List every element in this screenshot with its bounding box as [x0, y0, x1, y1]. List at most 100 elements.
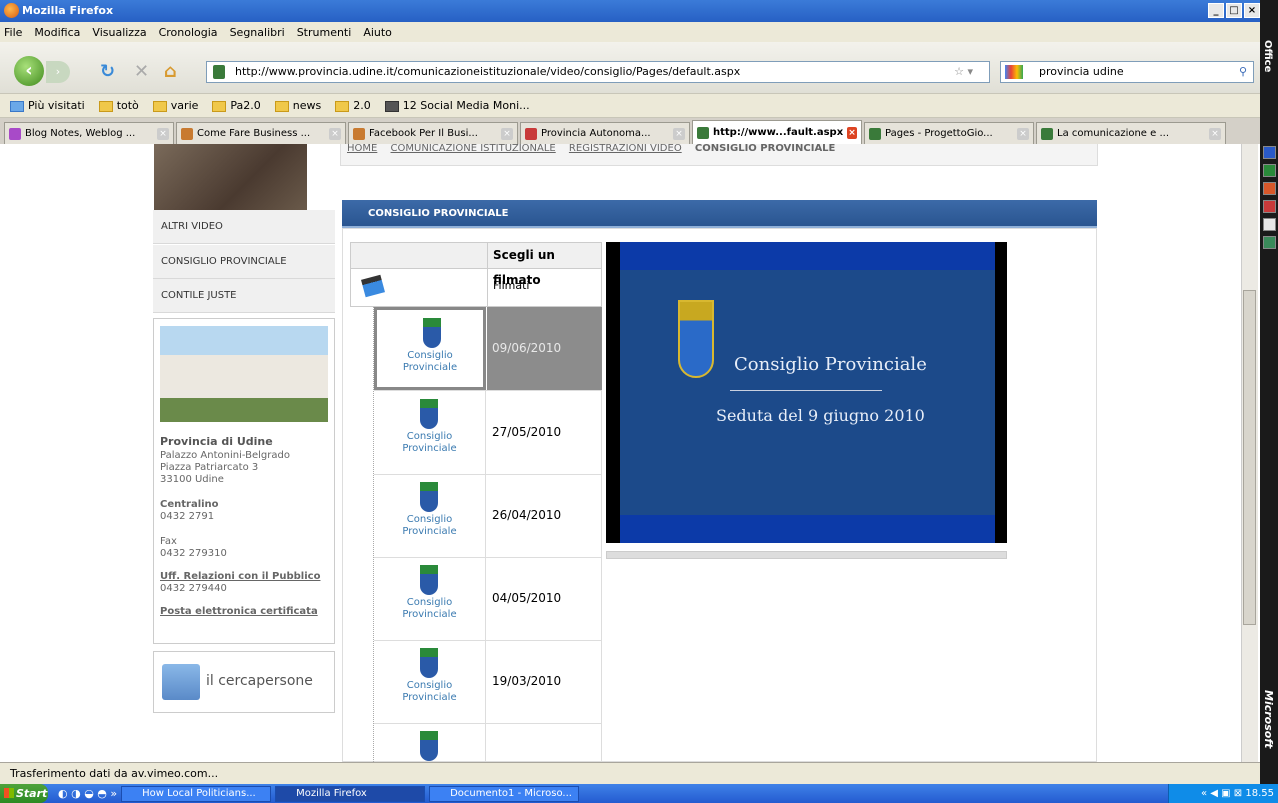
video-divider — [730, 390, 882, 391]
publisher-icon[interactable] — [1263, 236, 1276, 249]
video-row-partial[interactable] — [374, 723, 602, 762]
outlook-icon[interactable] — [1263, 218, 1276, 231]
access-icon[interactable] — [1263, 200, 1276, 213]
task-mozilla-firefox[interactable]: Mozilla Firefox — [275, 785, 426, 802]
video-thumbnail[interactable]: Consiglio Provinciale — [374, 640, 486, 723]
menu-visualizza[interactable]: Visualizza — [92, 26, 146, 39]
pec-link[interactable]: Posta elettronica certificata — [160, 606, 318, 618]
video-date[interactable]: 04/05/2010 — [487, 557, 602, 640]
close-tab-icon[interactable]: × — [847, 126, 857, 139]
breadcrumb-current: CONSIGLIO PROVINCIALE — [694, 144, 836, 154]
menubar: File Modifica Visualizza Cronologia Segn… — [0, 22, 1260, 42]
bookmark-pa20[interactable]: Pa2.0 — [212, 99, 261, 112]
close-tab-icon[interactable]: × — [673, 127, 685, 140]
word-icon[interactable] — [1263, 146, 1276, 159]
firefox-icon — [4, 3, 19, 18]
video-row[interactable]: Consiglio Provinciale 27/05/2010 — [374, 391, 602, 475]
tab-facebook-business[interactable]: Facebook Per Il Busi... × — [348, 122, 518, 144]
url-bar[interactable]: http://www.provincia.udine.it/comunicazi… — [206, 61, 990, 83]
video-date[interactable]: 27/05/2010 — [487, 391, 602, 474]
video-row[interactable]: Consiglio Provinciale 09/06/2010 — [374, 307, 602, 391]
tab-favicon — [353, 127, 365, 140]
back-button[interactable]: ‹ — [14, 56, 44, 86]
tab-come-fare-business[interactable]: Come Fare Business ... × — [176, 122, 346, 144]
video-thumbnail[interactable]: Consiglio Provinciale — [374, 474, 486, 557]
menu-segnalibri[interactable]: Segnalibri — [230, 26, 285, 39]
maximize-button[interactable]: □ — [1226, 3, 1242, 18]
tab-blog-notes[interactable]: Blog Notes, Weblog ... × — [4, 122, 174, 144]
close-button[interactable]: × — [1244, 3, 1260, 18]
google-icon[interactable] — [1005, 65, 1023, 79]
tab-favicon — [525, 127, 537, 140]
bookmark-piu-visitati[interactable]: Più visitati — [10, 99, 85, 112]
tab-pages-progetto[interactable]: Pages - ProgettoGio... × — [864, 122, 1034, 144]
bookmark-label: totò — [116, 99, 139, 112]
video-row[interactable]: Consiglio Provinciale 19/03/2010 — [374, 640, 602, 724]
close-tab-icon[interactable]: × — [329, 127, 341, 140]
task-how-local-politicians[interactable]: How Local Politicians... — [121, 785, 272, 802]
tray-icons[interactable]: « ◀ ▣ ⊠ — [1201, 788, 1245, 799]
bookmark-varie[interactable]: varie — [152, 99, 198, 112]
breadcrumb-registrazioni[interactable]: REGISTRAZIONI VIDEO — [569, 144, 682, 154]
bookmarks-toolbar: Più visitati totò varie Pa2.0 news 2.0 1… — [0, 94, 1260, 118]
start-button[interactable]: Start — [0, 784, 48, 803]
close-tab-icon[interactable]: × — [1017, 127, 1029, 140]
tab-current[interactable]: http://www...fault.aspx × — [692, 120, 862, 144]
video-title: Consiglio Provinciale — [734, 354, 927, 375]
menu-cronologia[interactable]: Cronologia — [159, 26, 218, 39]
close-tab-icon[interactable]: × — [1209, 127, 1221, 140]
cercapersone-label: il cercapersone — [206, 673, 313, 689]
reload-icon[interactable]: ↻ — [100, 60, 115, 84]
video-thumbnail[interactable] — [374, 723, 486, 762]
nav-consiglio-provinciale[interactable]: CONSIGLIO PROVINCIALE — [153, 245, 335, 279]
video-row[interactable]: Consiglio Provinciale 04/05/2010 — [374, 557, 602, 641]
home-icon[interactable]: ⌂ — [164, 60, 177, 84]
menu-modifica[interactable]: Modifica — [34, 26, 80, 39]
filmati-folder[interactable]: Filmati — [350, 269, 602, 307]
bookmark-star-icon[interactable]: ☆ ▾ — [954, 62, 973, 82]
tab-provincia-autonoma[interactable]: Provincia Autonoma... × — [520, 122, 690, 144]
video-thumbnail[interactable]: Consiglio Provinciale — [374, 557, 486, 640]
bookmark-social-media[interactable]: 12 Social Media Moni... — [384, 99, 530, 112]
video-thumbnail[interactable]: Consiglio Provinciale — [374, 391, 486, 474]
breadcrumb-home[interactable]: HOME — [347, 144, 377, 154]
close-tab-icon[interactable]: × — [157, 127, 169, 140]
menu-file[interactable]: File — [4, 26, 22, 39]
stop-icon[interactable]: ✕ — [134, 60, 149, 84]
task-documento1[interactable]: Documento1 - Microso... — [429, 785, 580, 802]
office-shortcut-bar: Office Microsoft — [1260, 0, 1278, 784]
video-date[interactable]: 26/04/2010 — [487, 474, 602, 557]
video-progress-bar[interactable] — [606, 551, 1007, 559]
thumb-label: Consiglio — [406, 680, 453, 691]
video-row[interactable]: Consiglio Provinciale 26/04/2010 — [374, 474, 602, 558]
province-crest-icon — [678, 300, 714, 378]
forward-button[interactable]: › — [46, 61, 70, 83]
tab-favicon — [181, 127, 193, 140]
thumb-label: Provinciale — [402, 443, 457, 454]
urp-link[interactable]: Uff. Relazioni con il Pubblico — [160, 571, 320, 583]
video-date[interactable]: 09/06/2010 — [487, 307, 602, 390]
video-thumbnail[interactable]: Consiglio Provinciale — [374, 307, 486, 390]
tab-la-comunicazione[interactable]: La comunicazione e ... × — [1036, 122, 1226, 144]
quick-launch-icons[interactable]: ◐ ◑ ◒ ◓ » — [58, 787, 117, 800]
excel-icon[interactable] — [1263, 164, 1276, 177]
windows-taskbar: Start ◐ ◑ ◒ ◓ » How Local Politicians...… — [0, 784, 1278, 803]
window-titlebar: Mozilla Firefox _ □ × — [0, 0, 1260, 22]
menu-strumenti[interactable]: Strumenti — [297, 26, 352, 39]
close-tab-icon[interactable]: × — [501, 127, 513, 140]
video-player[interactable]: Consiglio Provinciale Seduta del 9 giugn… — [606, 242, 1007, 543]
bookmark-news[interactable]: news — [274, 99, 321, 112]
powerpoint-icon[interactable] — [1263, 182, 1276, 195]
scrollbar-thumb[interactable] — [1243, 290, 1256, 625]
nav-altri-video[interactable]: ALTRI VIDEO — [153, 210, 335, 244]
bookmark-toto[interactable]: totò — [98, 99, 139, 112]
bookmark-2-0[interactable]: 2.0 — [335, 99, 371, 112]
search-icon[interactable]: ⚲ — [1239, 62, 1247, 82]
cercapersone-link[interactable]: il cercapersone — [153, 651, 335, 713]
search-input[interactable]: provincia udine ⚲ — [1000, 61, 1254, 83]
menu-aiuto[interactable]: Aiuto — [363, 26, 392, 39]
minimize-button[interactable]: _ — [1208, 3, 1224, 18]
nav-contile-juste[interactable]: CONTILE JUSTE — [153, 279, 335, 313]
breadcrumb-comunicazione[interactable]: COMUNICAZIONE ISTITUZIONALE — [391, 144, 556, 154]
video-date[interactable]: 19/03/2010 — [487, 640, 602, 723]
